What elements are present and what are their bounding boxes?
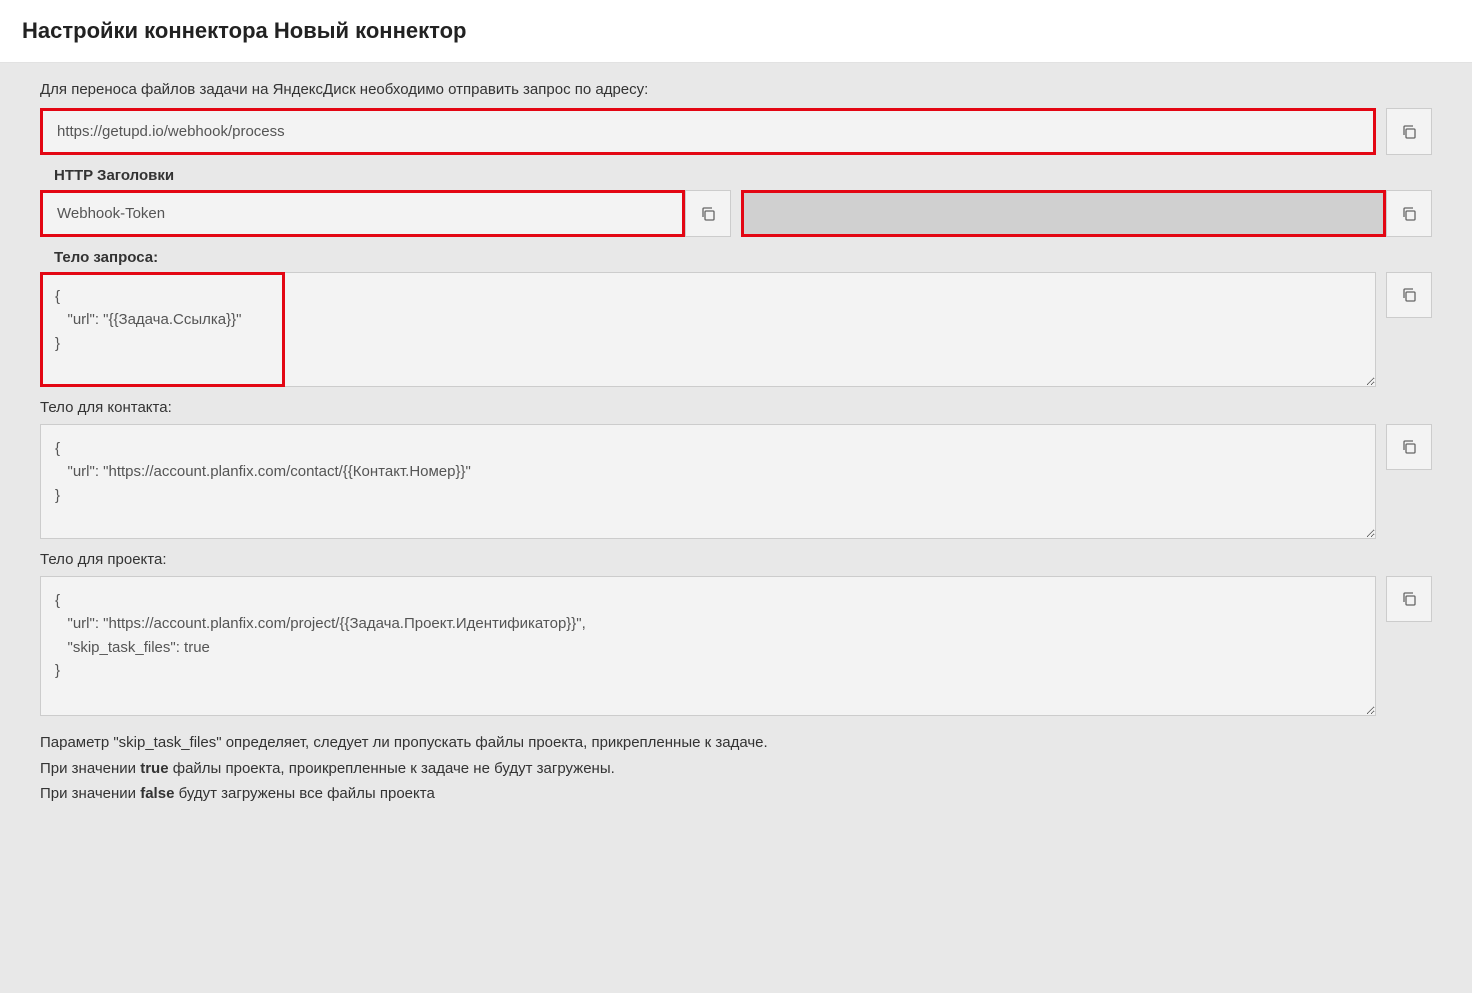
header-value-block bbox=[741, 190, 1432, 237]
http-headers-label: HTTP Заголовки bbox=[40, 159, 1432, 190]
page-header: Настройки коннектора Новый коннектор bbox=[0, 0, 1472, 63]
copy-body-contact-button[interactable] bbox=[1386, 424, 1432, 470]
footer-line-2: При значении true файлы проекта, проикре… bbox=[40, 756, 1432, 782]
url-input[interactable] bbox=[40, 108, 1376, 155]
body-task-textarea[interactable] bbox=[40, 272, 1376, 387]
copy-body-project-button[interactable] bbox=[1386, 576, 1432, 622]
header-key-block bbox=[40, 190, 731, 237]
footer-line-1: Параметр "skip_task_files" определяет, с… bbox=[40, 730, 1432, 756]
body-label: Тело запроса: bbox=[40, 241, 1432, 272]
project-label: Тело для проекта: bbox=[40, 543, 1432, 576]
copy-url-button[interactable] bbox=[1386, 108, 1432, 155]
footer-text: Параметр "skip_task_files" определяет, с… bbox=[40, 720, 1432, 807]
page-title: Настройки коннектора Новый коннектор bbox=[22, 18, 1450, 44]
copy-icon bbox=[1401, 206, 1417, 222]
headers-row bbox=[40, 190, 1432, 237]
intro-text: Для переноса файлов задачи на ЯндексДиск… bbox=[40, 77, 1432, 108]
copy-header-key-button[interactable] bbox=[685, 190, 731, 237]
content-area: Для переноса файлов задачи на ЯндексДиск… bbox=[0, 63, 1472, 993]
contact-label: Тело для контакта: bbox=[40, 391, 1432, 424]
body-project-row bbox=[40, 576, 1432, 716]
body-project-textarea[interactable] bbox=[40, 576, 1376, 716]
body-task-row bbox=[40, 272, 1432, 387]
copy-icon bbox=[700, 206, 716, 222]
body-contact-textarea[interactable] bbox=[40, 424, 1376, 539]
header-key-input[interactable] bbox=[40, 190, 685, 237]
copy-icon bbox=[1401, 439, 1417, 455]
copy-icon bbox=[1401, 287, 1417, 303]
copy-icon bbox=[1401, 591, 1417, 607]
header-value-input[interactable] bbox=[741, 190, 1386, 237]
body-contact-row bbox=[40, 424, 1432, 539]
footer-line-3: При значении false будут загружены все ф… bbox=[40, 781, 1432, 807]
copy-header-value-button[interactable] bbox=[1386, 190, 1432, 237]
copy-body-task-button[interactable] bbox=[1386, 272, 1432, 318]
copy-icon bbox=[1401, 124, 1417, 140]
url-row bbox=[40, 108, 1432, 155]
